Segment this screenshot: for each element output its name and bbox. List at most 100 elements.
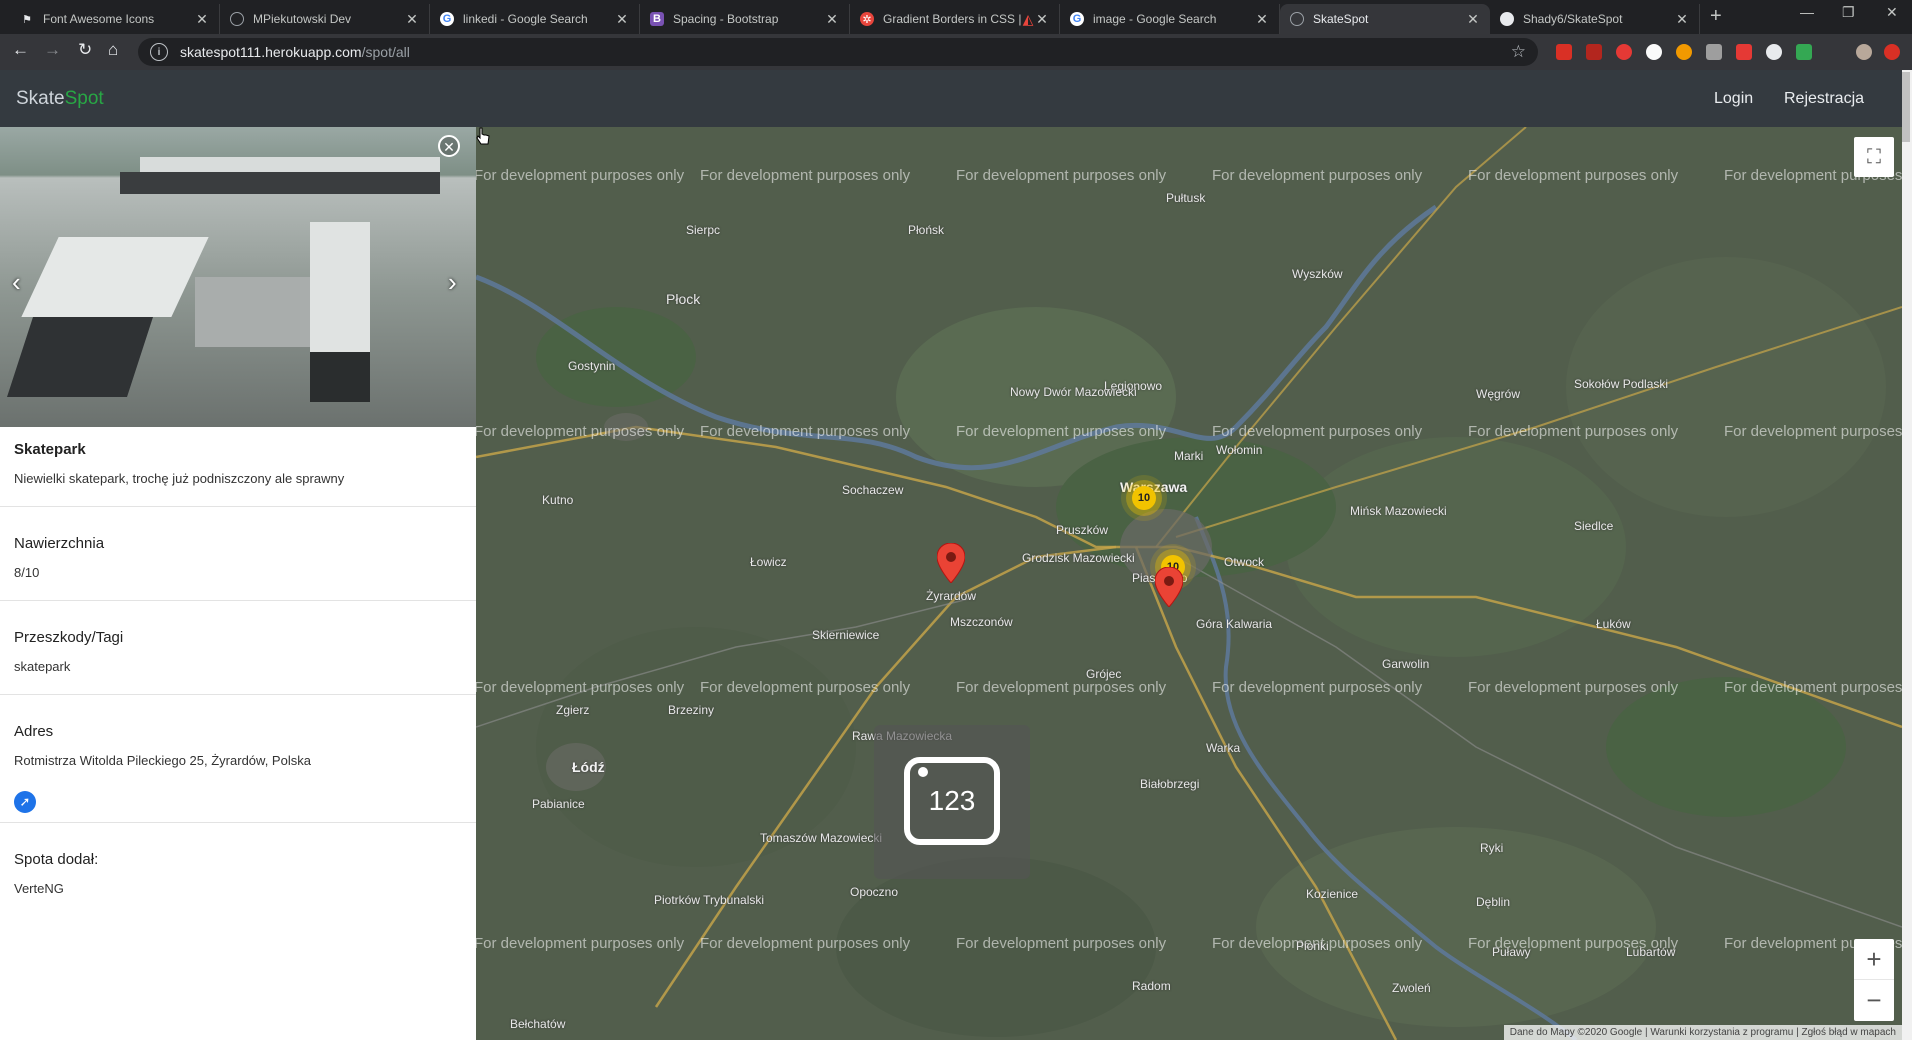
browser-tab-active[interactable]: SkateSpot ✕ <box>1280 4 1490 34</box>
spot-header: Skatepark Niewielki skatepark, trochę ju… <box>0 427 476 507</box>
hand-cursor-icon <box>476 127 490 145</box>
watermark: For development purposes only <box>956 679 1167 696</box>
fullscreen-button[interactable]: ⛶ <box>1854 137 1894 177</box>
browser-tab[interactable]: ✲ Gradient Borders in CSS | C ◭ ✕ <box>850 4 1060 34</box>
pdf-icon: ◭ <box>1022 10 1034 27</box>
settings-extension-icon[interactable] <box>1766 44 1782 60</box>
map-canvas[interactable]: For development purposes only For develo… <box>476 127 1902 1040</box>
map-city-label: Tomaszów Mazowiecki <box>760 831 883 845</box>
map-city-label: Sierpc <box>686 223 721 237</box>
back-button[interactable]: ← <box>12 40 29 60</box>
browser-tab[interactable]: B Spacing - Bootstrap ✕ <box>640 4 850 34</box>
adblock-extension-icon[interactable] <box>1556 44 1572 60</box>
watermark: For development purposes only <box>1212 679 1423 696</box>
google-icon: G <box>1070 12 1084 26</box>
close-icon[interactable]: ✕ <box>195 11 209 28</box>
extension-icon[interactable] <box>1676 44 1692 60</box>
map-attribution[interactable]: Dane do Mapy ©2020 Google | Warunki korz… <box>1503 1025 1902 1040</box>
new-tab-button[interactable]: + <box>1710 5 1722 28</box>
spot-marker-pin[interactable] <box>937 543 965 583</box>
browser-tab[interactable]: MPiekutowski Dev ✕ <box>220 4 430 34</box>
browser-tab[interactable]: ⚑ Font Awesome Icons ✕ <box>10 4 220 34</box>
browser-tab[interactable]: G image - Google Search ✕ <box>1060 4 1280 34</box>
extension-icon[interactable] <box>1736 44 1752 60</box>
zoom-controls: + − <box>1854 939 1894 1021</box>
carousel-next-icon[interactable]: › <box>448 267 457 298</box>
window-close-button[interactable]: ✕ <box>1886 4 1898 21</box>
minimize-button[interactable]: — <box>1800 4 1814 20</box>
tab-title: SkateSpot <box>1313 12 1369 26</box>
tab-title: image - Google Search <box>1093 12 1217 26</box>
map-city-label: Siedlce <box>1574 519 1614 533</box>
browser-toolbar: ← → ↻ ⌂ i skatespot111.herokuapp.com /sp… <box>0 34 1912 70</box>
map-city-label: Łódź <box>572 759 605 775</box>
info-icon[interactable]: i <box>150 43 168 61</box>
new-extension-icon[interactable] <box>1796 44 1812 60</box>
login-link[interactable]: Login <box>1714 90 1753 108</box>
compass-navigate-icon[interactable]: ➚ <box>14 791 36 813</box>
bookmark-star-icon[interactable]: ☆ <box>1511 42 1526 62</box>
register-link[interactable]: Rejestracja <box>1784 90 1864 108</box>
close-icon[interactable]: ✕ <box>825 11 839 28</box>
scrollbar-thumb[interactable] <box>1902 72 1910 142</box>
forward-button[interactable]: → <box>44 40 61 60</box>
flag-icon: ⚑ <box>22 13 32 26</box>
photo-ramp <box>120 172 440 194</box>
url-path: /spot/all <box>361 44 410 60</box>
carousel-prev-icon[interactable]: ‹ <box>12 267 21 298</box>
obstacles-value: skatepark <box>14 659 71 674</box>
tab-title: linkedi - Google Search <box>463 12 588 26</box>
spot-details-panel: ‹ › ✕ Skatepark Niewielki skatepark, tro… <box>0 127 477 1040</box>
map-city-label: Bełchatów <box>510 1017 566 1031</box>
watermark: For development purposes only <box>956 167 1167 184</box>
browser-tab-strip: ⚑ Font Awesome Icons ✕ MPiekutowski Dev … <box>0 0 1912 34</box>
browser-tab[interactable]: G linkedi - Google Search ✕ <box>430 4 640 34</box>
map-city-label: Węgrów <box>1476 387 1521 401</box>
pdf-extension-icon[interactable] <box>1586 44 1602 60</box>
brand-skate: Skate <box>16 88 65 109</box>
watermark: For development purposes only <box>956 935 1167 952</box>
map-city-label: Gostynin <box>568 359 616 373</box>
map-city-label: Płock <box>666 291 701 307</box>
zoom-out-button[interactable]: − <box>1854 980 1894 1020</box>
map-city-label: Dęblin <box>1476 895 1511 909</box>
added-by-section: Spota dodał: VerteNG <box>0 823 476 933</box>
close-icon[interactable]: ✕ <box>405 11 419 28</box>
zoom-in-button[interactable]: + <box>1854 939 1894 980</box>
watermark: For development purposes only <box>700 935 911 952</box>
marker-cluster[interactable]: 10 <box>1132 486 1156 510</box>
reload-button[interactable]: ↻ <box>78 40 92 60</box>
map-city-label: Sokołów Podlaski <box>1574 377 1669 391</box>
close-icon[interactable]: ✕ <box>1255 11 1269 28</box>
spot-photo-carousel: ‹ › ✕ <box>0 127 476 427</box>
browser-tab[interactable]: Shady6/SkateSpot ✕ <box>1490 4 1700 34</box>
extension-icon[interactable] <box>1646 44 1662 60</box>
map-city-label: Pruszków <box>1056 523 1109 537</box>
close-panel-button[interactable]: ✕ <box>438 135 460 157</box>
address-bar[interactable]: i skatespot111.herokuapp.com /spot/all ☆ <box>138 38 1538 66</box>
address-section: Adres Rotmistrza Witolda Pileckiego 25, … <box>0 695 476 823</box>
update-icon[interactable] <box>1884 44 1900 60</box>
map-city-label: Góra Kalwaria <box>1196 617 1273 631</box>
map-city-label: Białobrzegi <box>1140 777 1200 791</box>
google-icon: G <box>440 12 454 26</box>
close-icon[interactable]: ✕ <box>615 11 629 28</box>
restore-button[interactable]: ❐ <box>1842 4 1855 21</box>
extension-icon[interactable] <box>1706 44 1722 60</box>
home-button[interactable]: ⌂ <box>108 40 118 60</box>
page-scrollbar[interactable] <box>1902 70 1912 1040</box>
added-by-label: Spota dodał: <box>14 851 99 868</box>
watermark: For development purposes only <box>1724 679 1902 696</box>
avatar[interactable] <box>1856 44 1872 60</box>
close-icon[interactable]: ✕ <box>1675 11 1689 28</box>
surface-section: Nawierzchnia 8/10 <box>0 507 476 601</box>
brand-logo[interactable]: SkateSpot <box>16 88 104 110</box>
spot-marker-pin[interactable] <box>1155 567 1183 607</box>
brand-spot: Spot <box>64 88 104 109</box>
close-icon[interactable]: ✕ <box>1035 11 1049 28</box>
close-icon[interactable]: ✕ <box>1466 11 1480 28</box>
bootstrap-icon: B <box>650 12 664 26</box>
extension-icon[interactable] <box>1616 44 1632 60</box>
spot-name: Skatepark <box>14 441 86 458</box>
map-city-label: Piotrków Trybunalski <box>654 893 765 907</box>
